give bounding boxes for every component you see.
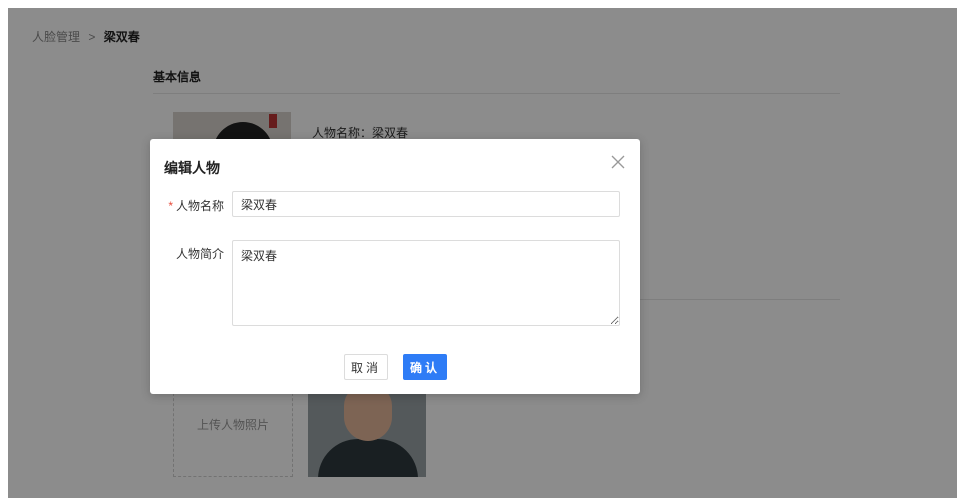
required-mark: *	[168, 199, 173, 213]
person-intro-textarea[interactable]: 梁双春	[232, 240, 620, 326]
confirm-button[interactable]: 确认	[403, 354, 447, 380]
edit-person-modal: 编辑人物 *人物名称 人物简介 梁双春 取消 确认	[150, 139, 640, 394]
page-frame: 人脸管理 > 梁双春 基本信息 人物名称：梁双春 上传人物照片 编辑人物 * 人物…	[8, 8, 957, 498]
name-field-label-text: 人物名称	[175, 199, 224, 213]
close-icon[interactable]	[610, 154, 626, 170]
person-name-input[interactable]	[232, 191, 620, 217]
cancel-button[interactable]: 取消	[344, 354, 388, 380]
intro-field-label: 人物简介	[175, 247, 224, 261]
modal-title: 编辑人物	[164, 160, 220, 176]
name-field-label: * 人物名称	[164, 197, 224, 214]
